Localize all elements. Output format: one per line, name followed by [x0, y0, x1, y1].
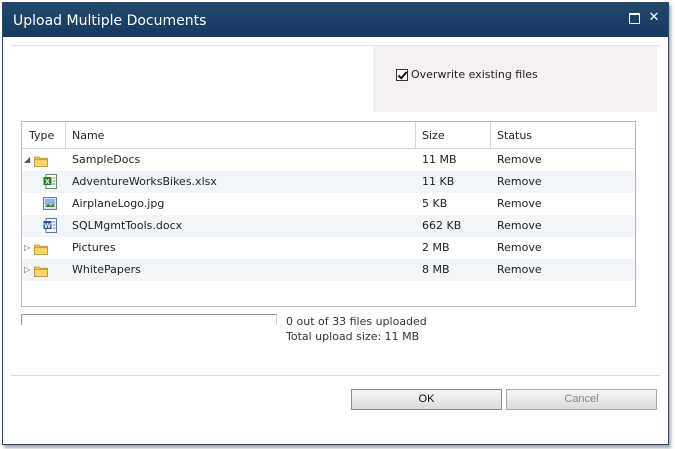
- file-size: 2 MB: [422, 241, 450, 254]
- expand-arrow-icon[interactable]: ▷: [24, 244, 30, 252]
- upload-dialog: Upload Multiple Documents ✕ Overwrite ex…: [2, 2, 669, 445]
- file-size: 11 KB: [422, 175, 455, 188]
- ok-button[interactable]: OK: [351, 389, 502, 410]
- column-header-type[interactable]: Type: [22, 122, 66, 148]
- type-cell: [22, 193, 66, 215]
- type-cell: ◢: [22, 149, 66, 171]
- folder-icon: [34, 263, 48, 277]
- column-header-status[interactable]: Status: [490, 122, 635, 148]
- column-header-name[interactable]: Name: [65, 122, 415, 148]
- file-size: 11 MB: [422, 153, 457, 166]
- svg-text:X: X: [45, 179, 50, 186]
- table-row[interactable]: AirplaneLogo.jpg 5 KB Remove: [22, 193, 635, 215]
- remove-link[interactable]: Remove: [497, 237, 542, 259]
- folder-icon: [34, 241, 48, 255]
- type-cell: W: [22, 215, 66, 237]
- remove-link[interactable]: Remove: [497, 215, 542, 237]
- files-uploaded-text: 0 out of 33 files uploaded: [286, 315, 427, 328]
- type-cell: ▷: [22, 237, 66, 259]
- remove-link[interactable]: Remove: [497, 149, 542, 171]
- word-file-icon: W: [43, 218, 57, 233]
- type-cell: ▷: [22, 259, 66, 281]
- collapse-arrow-icon[interactable]: ◢: [24, 156, 30, 164]
- maximize-icon[interactable]: [628, 12, 640, 24]
- remove-link[interactable]: Remove: [497, 193, 542, 215]
- file-size: 662 KB: [422, 219, 462, 232]
- file-name: SQLMgmtTools.docx: [72, 219, 183, 232]
- svg-text:W: W: [44, 223, 51, 230]
- file-name: SampleDocs: [72, 153, 141, 166]
- remove-link[interactable]: Remove: [497, 171, 542, 193]
- close-icon[interactable]: ✕: [648, 11, 660, 24]
- image-file-icon: [43, 196, 57, 211]
- file-name: AirplaneLogo.jpg: [72, 197, 165, 210]
- upload-progress-bar: [21, 314, 277, 325]
- overwrite-label[interactable]: Overwrite existing files: [411, 68, 538, 81]
- total-size-text: Total upload size: 11 MB: [286, 330, 420, 343]
- table-row[interactable]: X AdventureWorksBikes.xlsx 11 KB Remove: [22, 171, 635, 193]
- dialog-title: Upload Multiple Documents: [13, 13, 207, 29]
- file-name: AdventureWorksBikes.xlsx: [72, 175, 217, 188]
- table-row[interactable]: ▷ WhitePapers 8 MB Remove: [22, 259, 635, 281]
- file-name: Pictures: [72, 241, 116, 254]
- file-grid: Type Name Size Status ◢ SampleDocs 11 MB Re…: [21, 121, 636, 307]
- table-row[interactable]: ▷ Pictures 2 MB Remove: [22, 237, 635, 259]
- type-cell: X: [22, 171, 66, 193]
- options-panel: Overwrite existing files: [373, 46, 657, 112]
- file-name: WhitePapers: [72, 263, 141, 276]
- dialog-titlebar: Upload Multiple Documents ✕: [3, 3, 668, 37]
- excel-file-icon: X: [43, 174, 57, 189]
- folder-icon: [34, 153, 48, 167]
- overwrite-checkbox[interactable]: [396, 69, 408, 81]
- grid-header: Type Name Size Status: [22, 122, 635, 149]
- table-row[interactable]: ◢ SampleDocs 11 MB Remove: [22, 149, 635, 171]
- remove-link[interactable]: Remove: [497, 259, 542, 281]
- expand-arrow-icon[interactable]: ▷: [24, 266, 30, 274]
- column-header-size[interactable]: Size: [415, 122, 490, 148]
- file-size: 5 KB: [422, 197, 448, 210]
- cancel-button[interactable]: Cancel: [506, 389, 657, 410]
- file-size: 8 MB: [422, 263, 450, 276]
- table-row[interactable]: W SQLMgmtTools.docx 662 KB Remove: [22, 215, 635, 237]
- divider: [11, 375, 660, 376]
